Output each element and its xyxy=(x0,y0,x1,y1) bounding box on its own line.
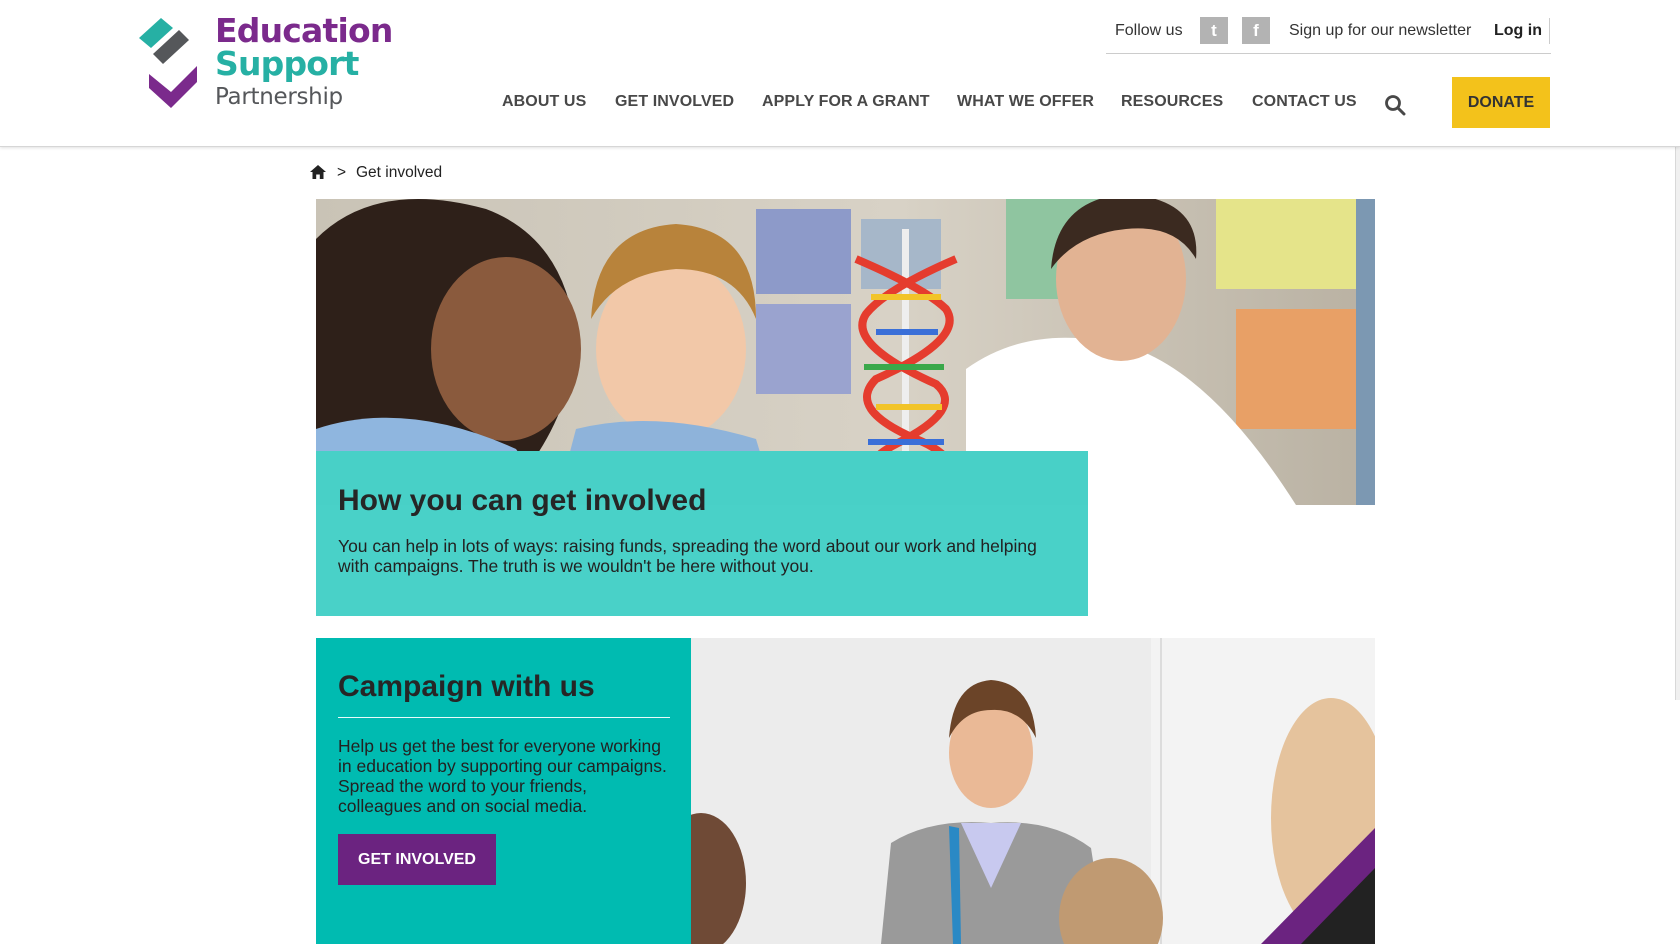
nav-contact-us[interactable]: CONTACT US xyxy=(1252,93,1357,111)
follow-us-label: Follow us xyxy=(1115,22,1183,39)
campaign-description: Help us get the best for everyone workin… xyxy=(338,736,667,816)
nav-about-us[interactable]: ABOUT US xyxy=(502,93,586,111)
home-icon[interactable] xyxy=(310,165,326,179)
twitter-icon[interactable]: t xyxy=(1200,17,1228,44)
hero-heading: How you can get involved xyxy=(338,484,707,517)
logo-line-partnership: Partnership xyxy=(215,84,343,110)
newsletter-link[interactable]: Sign up for our newsletter xyxy=(1289,22,1471,40)
breadcrumb-current: Get involved xyxy=(356,164,443,181)
nav-apply-for-a-grant[interactable]: APPLY FOR A GRANT xyxy=(762,93,930,111)
login-link[interactable]: Log in xyxy=(1494,22,1542,40)
search-icon[interactable] xyxy=(1383,93,1407,117)
utility-divider xyxy=(1549,18,1550,44)
hero-description: You can help in lots of ways: raising fu… xyxy=(338,536,1037,576)
campaign-heading: Campaign with us xyxy=(338,670,595,703)
nav-what-we-offer[interactable]: WHAT WE OFFER xyxy=(957,93,1094,111)
logo-chevron-icon xyxy=(139,18,197,108)
breadcrumb-separator: > xyxy=(337,164,347,181)
get-involved-button[interactable]: GET INVOLVED xyxy=(338,834,496,885)
hero-info-panel: How you can get involved You can help in… xyxy=(316,451,1088,616)
campaign-divider xyxy=(338,717,670,718)
logo-wordmark: Education Support Partnership xyxy=(215,14,393,114)
campaign-card: Campaign with us Help us get the best fo… xyxy=(316,638,691,944)
site-header: Education Support Partnership Follow us … xyxy=(0,0,1680,147)
nav-resources[interactable]: RESOURCES xyxy=(1121,93,1223,111)
donate-button[interactable]: DONATE xyxy=(1452,77,1550,128)
facebook-icon[interactable]: f xyxy=(1242,17,1270,44)
campaign-photo-teacher xyxy=(691,638,1375,944)
utility-bar: Follow us t f Sign up for our newsletter… xyxy=(1106,14,1551,54)
campaign-image xyxy=(691,638,1375,944)
logo-line-education: Education xyxy=(215,11,393,50)
logo-line-support: Support xyxy=(215,44,359,83)
nav-get-involved[interactable]: GET INVOLVED xyxy=(615,93,734,111)
site-logo[interactable]: Education Support Partnership xyxy=(139,14,393,114)
